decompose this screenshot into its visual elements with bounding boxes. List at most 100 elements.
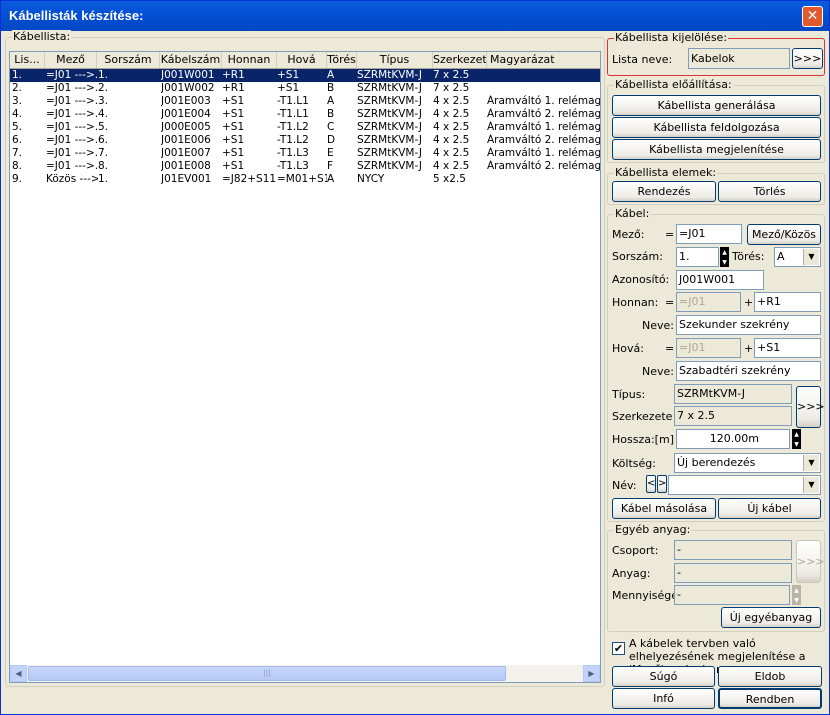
table-row[interactable]: 4.=J01 --->...4.J001E004+S1-T1.L1BSZRMtK… xyxy=(10,108,601,121)
col-header-mezo[interactable]: Mező xyxy=(45,52,97,68)
mezo-kozos-button[interactable]: Mező/Közös xyxy=(747,224,821,245)
row-tipus: SZRMtKVM-J xyxy=(357,160,422,172)
table-row[interactable]: 3.=J01 --->...3.J001E003+S1-T1.L1ASZRMtK… xyxy=(10,95,600,108)
col-header-tipus[interactable]: Típus xyxy=(357,52,433,68)
table-row[interactable]: 1.=J01 --->...1.J001W001+R1+S1ASZRMtKVM-… xyxy=(10,69,600,82)
produce-legend: Kábellista előállítása: xyxy=(614,78,733,91)
hova-neve-label: Neve: xyxy=(642,365,674,378)
mennyiseg-spinner: ▲ ▼ xyxy=(792,585,801,605)
row-tores: A xyxy=(327,173,335,185)
delete-button[interactable]: Törlés xyxy=(718,181,821,202)
table-row[interactable]: 2.=J01 --->...2.J001W002+R1+S1BSZRMtKVM-… xyxy=(10,82,600,95)
cable-list[interactable]: Lis... Mező Sorszám Kábelszám Honnan Hov… xyxy=(9,51,601,683)
show-list-button[interactable]: Kábellista megjelenítése xyxy=(612,139,821,160)
row-kabelszam: J001W002 xyxy=(161,82,215,94)
honnan-field[interactable]: +R1 xyxy=(754,292,821,312)
row-kabelszam: J001E006 xyxy=(161,134,211,146)
row-sorszam: 5. xyxy=(98,121,109,133)
process-list-button[interactable]: Kábellista feldolgozása xyxy=(612,117,821,138)
col-header-honnan[interactable]: Honnan xyxy=(222,52,277,68)
table-row[interactable]: 8.=J01 --->...8.J001E008+S1-T1.L3FSZRMtK… xyxy=(10,160,600,173)
row-kabelszam: J001E003 xyxy=(161,95,211,107)
hova-neve-field[interactable]: Szabadtéri szekrény xyxy=(676,361,821,381)
row-honnan: +S1 xyxy=(222,147,245,159)
ok-button[interactable]: Rendben xyxy=(718,688,822,709)
sorszam-spinner[interactable]: ▲ ▼ xyxy=(720,247,729,267)
nev-dropdown-icon[interactable]: ▼ xyxy=(803,477,819,493)
row-szerkezet: 4 x 2.5 xyxy=(433,95,470,107)
row-magyarazat: Áramváltó 2. relémag L1 xyxy=(487,108,601,120)
nev-prev-button[interactable]: < xyxy=(646,475,656,493)
mezo-field[interactable]: =J01 xyxy=(676,224,742,244)
anyag-label: Anyag: xyxy=(612,567,651,580)
row-tipus: SZRMtKVM-J xyxy=(357,95,422,107)
row-list: 3. xyxy=(12,95,23,107)
list-select-button[interactable]: >>> xyxy=(792,48,823,69)
row-mezo: =J01 --->... xyxy=(46,147,98,159)
hova-field[interactable]: +S1 xyxy=(754,338,821,358)
koltseg-value: Új berendezés xyxy=(677,456,756,469)
koltseg-dropdown-icon[interactable]: ▼ xyxy=(803,455,819,471)
col-header-sorszam[interactable]: Sorszám xyxy=(97,52,160,68)
list-name-field[interactable]: Kabelok xyxy=(688,48,790,69)
koltseg-label: Költség: xyxy=(612,457,656,470)
tipus-label: Típus: xyxy=(612,388,646,401)
mezo-label: Mező: xyxy=(612,228,645,241)
generate-list-button[interactable]: Kábellista generálása xyxy=(612,95,821,116)
hova-label: Hová: xyxy=(612,342,644,355)
sorszam-field[interactable]: 1. xyxy=(676,247,719,267)
row-list: 2. xyxy=(12,82,23,94)
row-tipus: SZRMtKVM-J xyxy=(357,69,422,81)
row-hova: +S1 xyxy=(277,82,300,94)
table-row[interactable]: 5.=J01 --->...5.J000E005+S1-T1.L2CSZRMtK… xyxy=(10,121,600,134)
material-select-button: >>> xyxy=(796,540,825,583)
col-header-szerkezet[interactable]: Szerkezet xyxy=(433,52,487,68)
koltseg-select[interactable]: Új berendezés ▼ xyxy=(674,453,821,473)
cable-legend: Kábel: xyxy=(614,207,651,220)
scroll-thumb[interactable]: ||| xyxy=(28,666,506,681)
scroll-left-icon[interactable]: ◀ xyxy=(10,665,27,682)
table-row[interactable]: 7.=J01 --->...7.J001E007+S1-T1.L3ESZRMtK… xyxy=(10,147,600,160)
table-row[interactable]: 9. Közös --->...1. J01EV001 =J82+S11=M01+S1… xyxy=(10,173,600,186)
hossz-field[interactable]: 120.00m xyxy=(676,429,790,449)
hova-eq: = xyxy=(665,342,675,355)
row-honnan: +S1 xyxy=(222,108,245,120)
row-szerkezet: 4 x 2.5 xyxy=(433,160,470,172)
horizontal-scrollbar[interactable]: ◀ ||| ▶ xyxy=(10,665,600,682)
azonosito-field[interactable]: J001W001 xyxy=(676,270,764,290)
type-select-button[interactable]: >>> xyxy=(796,386,825,428)
row-tipus: SZRMtKVM-J xyxy=(357,82,422,94)
col-header-magyarazat[interactable]: Magyarázat xyxy=(487,52,600,68)
new-other-material-button[interactable]: Új egyébanyag xyxy=(721,607,821,628)
row-sorszam: 1. xyxy=(98,173,109,185)
nev-next-button[interactable]: > xyxy=(657,475,667,493)
help-button[interactable]: Súgó xyxy=(612,666,715,687)
szerkezete-field: 7 x 2.5 xyxy=(674,406,792,426)
discard-button[interactable]: Eldob xyxy=(718,666,822,687)
row-szerkezet: 4 x 2.5 xyxy=(433,147,470,159)
nev-select[interactable]: ▼ xyxy=(668,475,821,495)
row-kabelszam: J000E005 xyxy=(161,121,211,133)
row-szerkezet: 4 x 2.5 xyxy=(433,108,470,120)
col-header-kabelszam[interactable]: Kábelszám xyxy=(160,52,222,68)
honnan-eq: = xyxy=(665,296,675,309)
show-placement-checkbox[interactable]: ✔ xyxy=(612,642,625,655)
sorszam-label: Sorszám: xyxy=(612,250,663,263)
tores-dropdown-icon[interactable]: ▼ xyxy=(803,249,819,265)
new-cable-button[interactable]: Új kábel xyxy=(718,498,821,519)
close-button[interactable]: ✕ xyxy=(802,6,823,27)
hossz-spinner[interactable]: ▲ ▼ xyxy=(792,429,801,449)
honnan-neve-field[interactable]: Szekunder szekrény xyxy=(676,315,821,335)
row-hova: -T1.L2 xyxy=(277,121,309,133)
row-tores: E xyxy=(327,147,334,159)
col-header-list[interactable]: Lis... xyxy=(10,52,45,68)
szerkezete-label: Szerkezete xyxy=(612,410,673,423)
col-header-tores[interactable]: Törés xyxy=(327,52,357,68)
tores-select[interactable]: A ▼ xyxy=(774,247,821,267)
scroll-right-icon[interactable]: ▶ xyxy=(583,665,600,682)
table-row[interactable]: 6.=J01 --->...6.J001E006+S1-T1.L2DSZRMtK… xyxy=(10,134,600,147)
col-header-hova[interactable]: Hová xyxy=(277,52,327,68)
sort-button[interactable]: Rendezés xyxy=(612,181,716,202)
info-button[interactable]: Infó xyxy=(612,688,715,709)
copy-cable-button[interactable]: Kábel másolása xyxy=(612,498,716,519)
